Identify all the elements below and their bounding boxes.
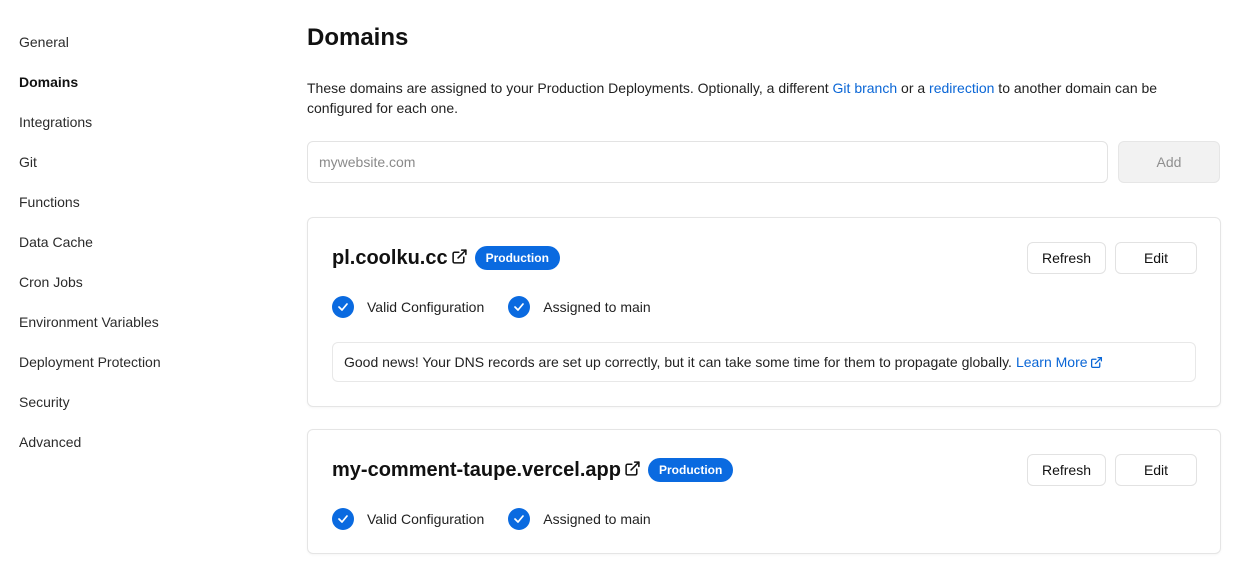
- domains-main: Domains These domains are assigned to yo…: [307, 0, 1221, 564]
- page-title: Domains: [307, 24, 409, 51]
- sidebar-item-data-cache[interactable]: Data Cache: [19, 232, 93, 252]
- status-valid-configuration: Valid Configuration: [332, 508, 484, 530]
- check-circle-icon: [508, 296, 531, 318]
- check-circle-icon: [332, 508, 354, 530]
- domain-header: my-comment-taupe.vercel.app Production: [332, 454, 733, 486]
- production-badge: Production: [648, 459, 733, 481]
- learn-more-link[interactable]: Learn More: [1016, 354, 1103, 370]
- redirection-link[interactable]: redirection: [929, 80, 994, 96]
- production-badge: Production: [475, 247, 559, 269]
- dns-note-text: Good news! Your DNS records are set up c…: [344, 354, 1012, 370]
- sidebar-item-integrations[interactable]: Integrations: [19, 112, 92, 132]
- sidebar-item-general[interactable]: General: [19, 32, 69, 52]
- sidebar-item-deployment-protection[interactable]: Deployment Protection: [19, 352, 161, 372]
- domain-input[interactable]: [307, 141, 1108, 183]
- sidebar-item-environment-variables[interactable]: Environment Variables: [19, 312, 159, 332]
- domain-header: pl.coolku.cc Production: [332, 242, 559, 274]
- check-circle-icon: [508, 508, 531, 530]
- status-label: Valid Configuration: [367, 511, 485, 527]
- edit-button[interactable]: Edit: [1115, 454, 1197, 486]
- dns-note: Good news! Your DNS records are set up c…: [332, 342, 1196, 382]
- status-assigned-branch: Assigned to main: [508, 296, 651, 318]
- learn-more-label: Learn More: [1015, 354, 1088, 370]
- domain-name[interactable]: my-comment-taupe.vercel.app: [332, 459, 621, 482]
- domain-card: pl.coolku.cc Production Refresh Edit Val…: [307, 217, 1221, 407]
- settings-sidebar: General Domains Integrations Git Functio…: [0, 0, 290, 564]
- sidebar-item-cron-jobs[interactable]: Cron Jobs: [19, 272, 83, 292]
- status-label: Valid Configuration: [367, 299, 485, 315]
- external-link-icon: [1090, 356, 1103, 369]
- status-label: Assigned to main: [543, 511, 651, 527]
- domains-description: These domains are assigned to your Produ…: [307, 78, 1207, 118]
- refresh-button[interactable]: Refresh: [1027, 454, 1106, 486]
- sidebar-item-security[interactable]: Security: [19, 392, 70, 412]
- status-valid-configuration: Valid Configuration: [332, 296, 484, 318]
- sidebar-item-advanced[interactable]: Advanced: [19, 432, 81, 452]
- git-branch-link[interactable]: Git branch: [833, 80, 898, 96]
- external-link-icon[interactable]: [451, 248, 468, 265]
- domain-name[interactable]: pl.coolku.cc: [332, 247, 448, 270]
- description-text-2: or a: [897, 80, 930, 96]
- edit-button[interactable]: Edit: [1115, 242, 1197, 274]
- sidebar-item-git[interactable]: Git: [19, 152, 37, 172]
- domain-card: my-comment-taupe.vercel.app Production R…: [307, 429, 1221, 554]
- status-row: Valid Configuration Assigned to main: [332, 507, 675, 531]
- sidebar-item-functions[interactable]: Functions: [19, 192, 80, 212]
- refresh-button[interactable]: Refresh: [1027, 242, 1106, 274]
- add-domain-button[interactable]: Add: [1118, 141, 1220, 183]
- sidebar-item-domains[interactable]: Domains: [19, 72, 78, 92]
- description-text-1: These domains are assigned to your Produ…: [307, 80, 833, 96]
- check-circle-icon: [332, 296, 354, 318]
- status-label: Assigned to main: [543, 299, 651, 315]
- status-assigned-branch: Assigned to main: [508, 508, 651, 530]
- external-link-icon[interactable]: [624, 460, 641, 477]
- status-row: Valid Configuration Assigned to main: [332, 295, 675, 319]
